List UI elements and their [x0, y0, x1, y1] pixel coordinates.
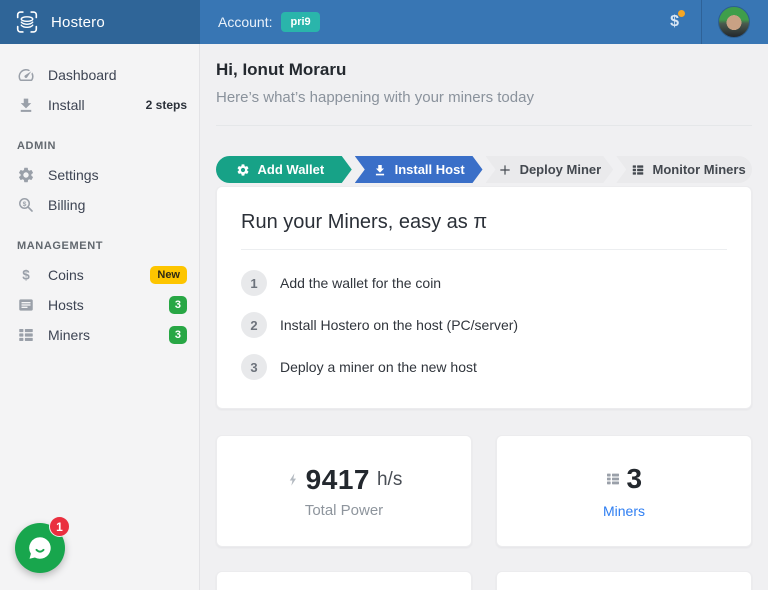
stats-row-2 [216, 571, 752, 590]
wizard-step-label: Install Host [395, 162, 465, 177]
account-badge[interactable]: pri9 [281, 12, 319, 32]
chat-unread-badge: 1 [49, 516, 70, 537]
th-list-icon [631, 163, 645, 177]
wizard-step-add-wallet[interactable]: Add Wallet [216, 156, 352, 183]
svg-text:$: $ [22, 268, 30, 283]
page-subtitle: Here’s what’s happening with your miners… [216, 87, 752, 108]
stats-row: 9417 h/s Total Power 3 Miners [216, 435, 752, 547]
brand-name: Hostero [51, 14, 105, 31]
sidebar-item-miners[interactable]: Miners 3 [0, 320, 199, 350]
brand-logo-area[interactable]: Hostero [0, 0, 200, 44]
guide-rule [241, 249, 727, 250]
step-text: Add the wallet for the coin [280, 275, 441, 291]
install-steps-meta: 2 steps [146, 98, 187, 112]
page-title: Hi, Ionut Moraru [216, 58, 752, 82]
step-number: 1 [241, 270, 267, 296]
total-power-label: Total Power [305, 502, 383, 519]
step-number: 3 [241, 354, 267, 380]
sidebar-section-management: MANAGEMENT [17, 240, 182, 252]
sidebar-item-label: Dashboard [48, 67, 187, 83]
miners-count-badge: 3 [169, 326, 187, 344]
download-icon [373, 163, 387, 177]
gear-icon [17, 166, 35, 184]
app-header: Hostero Account: pri9 $ [0, 0, 768, 44]
sidebar-item-settings[interactable]: Settings [0, 160, 199, 190]
sidebar-item-billing[interactable]: $ Billing [0, 190, 199, 220]
download-icon [17, 96, 35, 114]
step-text: Install Hostero on the host (PC/server) [280, 317, 518, 333]
gauge-icon [17, 66, 35, 84]
sidebar-item-label: Install [48, 97, 133, 113]
sidebar-item-label: Billing [48, 197, 187, 213]
svg-text:$: $ [23, 201, 27, 208]
wizard-step-label: Monitor Miners [653, 162, 746, 177]
stat-card-stub [496, 571, 752, 590]
list-alt-icon [17, 296, 35, 314]
sidebar-item-dashboard[interactable]: Dashboard [0, 60, 199, 90]
th-list-icon [17, 326, 35, 344]
header-rule [216, 125, 752, 126]
total-power-card: 9417 h/s Total Power [216, 435, 472, 547]
notification-dot [678, 10, 685, 17]
guide-title: Run your Miners, easy as π [241, 211, 727, 234]
sidebar-item-label: Coins [48, 267, 137, 283]
guide-step-2: 2 Install Hostero on the host (PC/server… [241, 312, 727, 338]
dollar-icon: $ [670, 13, 679, 30]
sidebar-item-hosts[interactable]: Hosts 3 [0, 290, 199, 320]
sidebar-item-label: Hosts [48, 297, 156, 313]
layers-logo-icon [14, 9, 40, 35]
hosts-count-badge: 3 [169, 296, 187, 314]
sidebar-item-label: Settings [48, 167, 187, 183]
getting-started-card: Run your Miners, easy as π 1 Add the wal… [216, 186, 752, 409]
coins-new-badge: New [150, 266, 187, 284]
guide-step-1: 1 Add the wallet for the coin [241, 270, 727, 296]
wizard-step-label: Add Wallet [258, 162, 325, 177]
stat-card-stub [216, 571, 472, 590]
plus-icon [498, 163, 512, 177]
chat-bubble-icon [26, 534, 54, 562]
th-list-icon [605, 471, 621, 487]
miners-count-value: 3 [626, 463, 642, 495]
setup-wizard-steps: Add Wallet Install Host Deploy Miner Mon… [216, 156, 752, 183]
miners-link[interactable]: Miners [603, 503, 645, 519]
billing-search-dollar-icon: $ [17, 196, 35, 214]
wizard-step-deploy-miner[interactable]: Deploy Miner [486, 156, 614, 183]
gear-icon [236, 163, 250, 177]
step-text: Deploy a miner on the new host [280, 359, 477, 375]
sidebar-item-label: Miners [48, 327, 156, 343]
total-power-value: 9417 [306, 464, 370, 496]
total-power-unit: h/s [377, 469, 402, 491]
step-number: 2 [241, 312, 267, 338]
wizard-step-install-host[interactable]: Install Host [355, 156, 483, 183]
wizard-step-monitor-miners[interactable]: Monitor Miners [616, 156, 752, 183]
header-divider [701, 0, 702, 44]
sidebar-section-admin: ADMIN [17, 140, 182, 152]
earnings-dollar-button[interactable]: $ [670, 13, 679, 31]
sidebar-item-coins[interactable]: $ Coins New [0, 260, 199, 290]
user-avatar[interactable] [718, 6, 750, 38]
bolt-icon [286, 472, 301, 487]
account-label: Account: [218, 14, 272, 30]
wizard-step-label: Deploy Miner [520, 162, 602, 177]
main-content: Hi, Ionut Moraru Here’s what’s happening… [200, 44, 768, 590]
sidebar-nav: Dashboard Install 2 steps ADMIN Settings… [0, 44, 200, 590]
sidebar-item-install[interactable]: Install 2 steps [0, 90, 199, 120]
miners-count-card: 3 Miners [496, 435, 752, 547]
guide-step-3: 3 Deploy a miner on the new host [241, 354, 727, 380]
top-bar: Account: pri9 $ [200, 0, 768, 44]
dollar-icon: $ [17, 266, 35, 284]
